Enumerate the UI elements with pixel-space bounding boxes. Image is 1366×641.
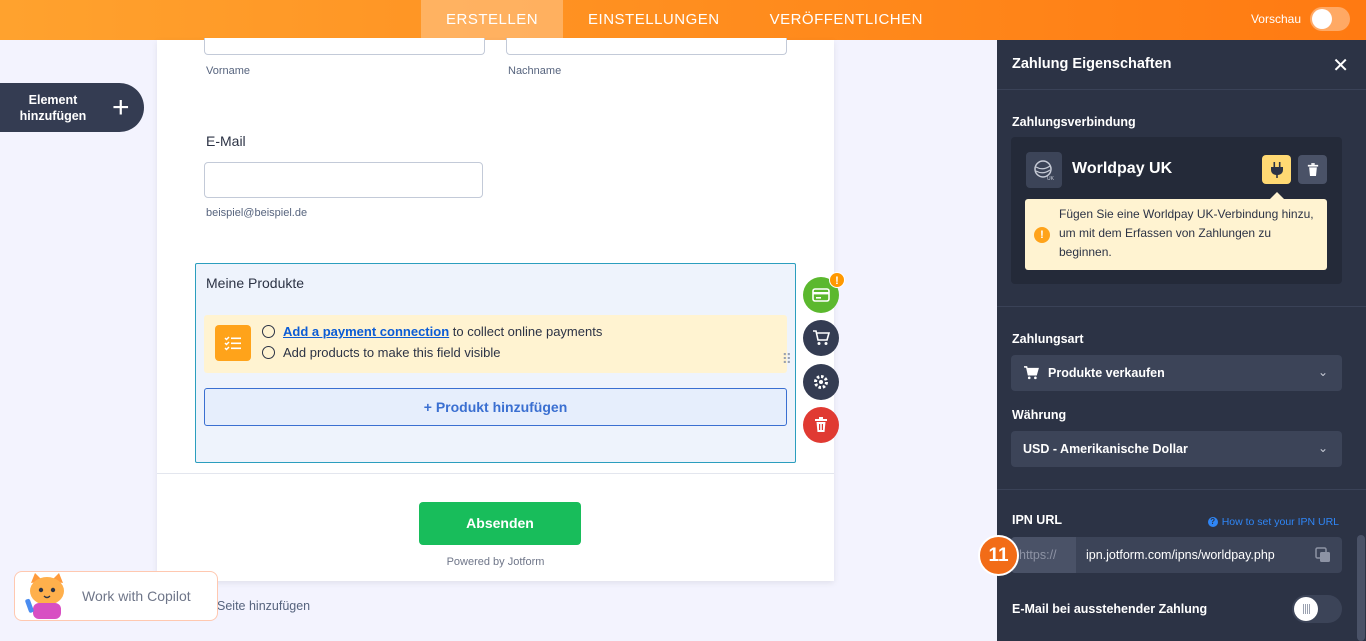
panel-scrollbar[interactable]: [1357, 535, 1365, 641]
toggle-knob: [1294, 597, 1318, 621]
panel-title: Zahlung Eigenschaften: [1012, 56, 1172, 72]
connect-gateway-button[interactable]: [1262, 155, 1291, 184]
panel-header: Zahlung Eigenschaften ✕: [997, 40, 1366, 90]
preview-toggle-knob: [1312, 9, 1332, 29]
gear-icon: [814, 375, 828, 389]
ipn-prefix: https://: [1011, 537, 1076, 573]
ipn-url-field[interactable]: https:// ipn.jotform.com/ipns/worldpay.p…: [1011, 537, 1342, 573]
currency-label: Währung: [1012, 408, 1067, 422]
copy-icon[interactable]: [1315, 547, 1331, 563]
divider: [157, 473, 834, 474]
radio-icon: [262, 325, 275, 338]
notice-line-1-text: Add a payment connection to collect onli…: [283, 324, 602, 339]
currency-text: USD - Amerikanische Dollar: [1023, 442, 1188, 456]
builder-tabs: ERSTELLEN EINSTELLUNGEN VERÖFFENTLICHEN: [421, 0, 948, 40]
first-name-input[interactable]: [204, 38, 485, 55]
chevron-down-icon: ⌄: [1317, 441, 1328, 455]
copilot-label: Work with Copilot: [82, 588, 191, 604]
payment-type-select[interactable]: Produkte verkaufen ⌄: [1011, 355, 1342, 391]
trash-icon: [1307, 162, 1318, 176]
notice-line-2: Add products to make this field visible: [262, 345, 501, 360]
submit-button[interactable]: Absenden: [419, 502, 581, 545]
tab-einstellungen[interactable]: EINSTELLUNGEN: [563, 0, 745, 40]
copilot-avatar: [23, 573, 71, 619]
field-settings-button[interactable]: [803, 364, 839, 400]
products-field[interactable]: Meine Produkte Add a payment connection …: [195, 263, 796, 463]
checklist-icon: [215, 325, 251, 361]
email-label: E-Mail: [206, 133, 246, 149]
preview-toggle[interactable]: [1310, 7, 1350, 31]
email-sublabel: beispiel@beispiel.de: [206, 207, 308, 219]
tooltip-arrow: [1270, 192, 1284, 199]
currency-select[interactable]: USD - Amerikanische Dollar ⌄: [1011, 431, 1342, 467]
form-card: Vorname Nachname E-Mail beispiel@beispie…: [157, 38, 834, 581]
preview-label: Vorschau: [1250, 12, 1301, 26]
copilot-button[interactable]: Work with Copilot: [14, 571, 218, 621]
delete-field-button[interactable]: [803, 407, 839, 443]
add-element-label: Element hinzufügen: [0, 92, 106, 124]
connection-tooltip: ! Fügen Sie eine Worldpay UK-Verbindung …: [1025, 192, 1327, 270]
trash-icon: [815, 417, 827, 432]
credit-card-icon: [812, 288, 830, 302]
radio-icon: [262, 346, 275, 359]
properties-panel: Zahlung Eigenschaften ✕ Zahlungsverbindu…: [997, 40, 1366, 641]
add-element-label-line1: Element: [28, 92, 78, 107]
divider: [997, 489, 1366, 490]
chevron-down-icon: ⌄: [1317, 365, 1328, 379]
products-title: Meine Produkte: [206, 275, 305, 291]
plus-icon: +: [112, 90, 130, 124]
email-pending-label: E-Mail bei ausstehender Zahlung: [1012, 602, 1208, 616]
remove-gateway-button[interactable]: [1298, 155, 1327, 184]
tooltip-text: Fügen Sie eine Worldpay UK-Verbindung hi…: [1059, 207, 1314, 259]
divider: [997, 306, 1366, 307]
payment-type-text: Produkte verkaufen: [1048, 366, 1165, 380]
cart-icon: [1024, 366, 1039, 380]
add-payment-connection-link[interactable]: Add a payment connection: [283, 324, 449, 339]
gateway-box: UK Worldpay UK ! Fügen Sie eine Worldpay…: [1011, 137, 1342, 284]
add-element-label-line2: hinzufügen: [19, 108, 87, 123]
warning-icon: !: [1034, 227, 1050, 243]
drag-handle-icon[interactable]: ⠿: [782, 352, 792, 366]
add-page-link[interactable]: Seite hinzufügen: [217, 599, 310, 613]
currency-value: USD - Amerikanische Dollar: [1023, 442, 1188, 456]
last-name-sublabel: Nachname: [508, 65, 562, 77]
step-badge: 11: [978, 535, 1019, 576]
cart-icon: [813, 330, 830, 345]
notice-line-2-text: Add products to make this field visible: [283, 345, 501, 360]
tab-veroeffentlichen[interactable]: VERÖFFENTLICHEN: [745, 0, 948, 40]
help-icon: ?: [1207, 517, 1218, 527]
plug-icon: [1270, 161, 1283, 178]
ipn-help-text: How to set your IPN URL: [1221, 516, 1339, 528]
worldpay-logo-icon: UK: [1026, 152, 1062, 188]
notice-line-1-rest: to collect online payments: [449, 324, 603, 339]
add-element-button[interactable]: Element hinzufügen +: [0, 83, 144, 132]
ipn-url-value: ipn.jotform.com/ipns/worldpay.php: [1086, 548, 1275, 562]
warning-badge: !: [829, 272, 845, 288]
first-name-sublabel: Vorname: [206, 65, 251, 77]
ipn-help-link[interactable]: ? How to set your IPN URL: [1207, 516, 1339, 528]
ipn-url-label: IPN URL: [1012, 513, 1062, 527]
powered-by: Powered by Jotform: [446, 556, 545, 568]
notice-line-1: Add a payment connection to collect onli…: [262, 324, 602, 339]
products-button[interactable]: [803, 320, 839, 356]
last-name-input[interactable]: [506, 38, 787, 55]
close-icon[interactable]: ✕: [1332, 53, 1349, 78]
email-pending-toggle[interactable]: [1292, 595, 1342, 623]
top-bar: ERSTELLEN EINSTELLUNGEN VERÖFFENTLICHEN …: [0, 0, 1366, 40]
payment-type-label: Zahlungsart: [1012, 332, 1084, 346]
tab-erstellen[interactable]: ERSTELLEN: [421, 0, 564, 40]
gateway-name: Worldpay UK: [1072, 160, 1173, 177]
add-product-button[interactable]: + Produkt hinzufügen: [204, 388, 787, 426]
payment-type-value: Produkte verkaufen: [1023, 366, 1165, 380]
payment-connection-label: Zahlungsverbindung: [1012, 115, 1136, 129]
preview-control: Vorschau: [1251, 7, 1350, 31]
svg-text:UK: UK: [1047, 176, 1055, 181]
payment-notice: Add a payment connection to collect onli…: [204, 315, 792, 373]
email-input[interactable]: [204, 162, 483, 198]
